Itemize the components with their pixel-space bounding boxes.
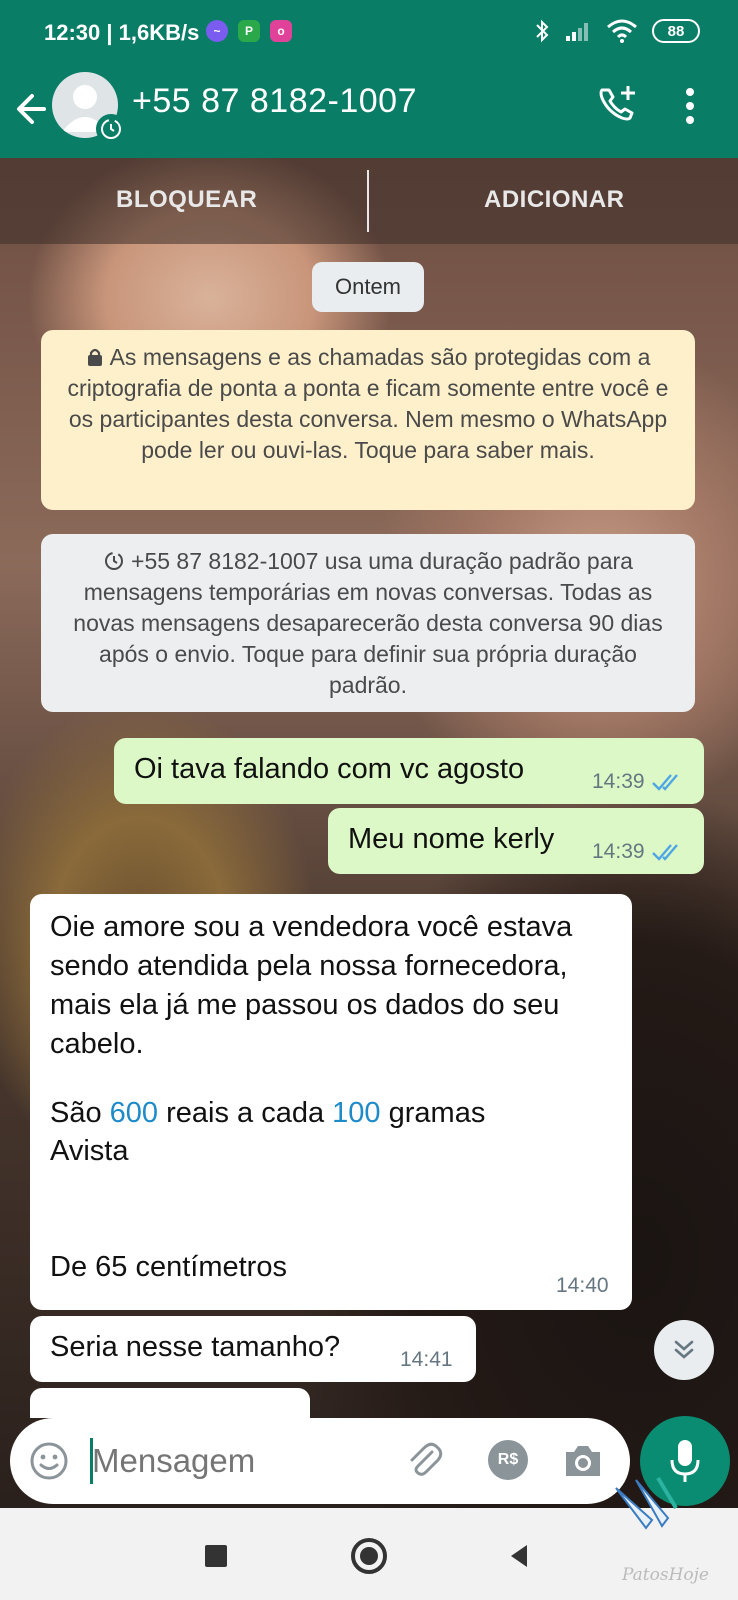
scroll-to-bottom-button[interactable] [654,1320,714,1380]
unknown-contact-actions: BLOQUEAR ADICIONAR [0,158,738,244]
timer-icon [105,552,124,570]
incoming-message-partial[interactable] [30,1388,310,1418]
incoming-message[interactable]: Seria nesse tamanho? 14:41 [30,1316,476,1382]
recent-apps-button[interactable] [205,1545,227,1567]
signal-icon [566,23,588,41]
home-button[interactable] [351,1538,387,1574]
message-meta: 14:39 [592,770,685,794]
system-icons: 88 [534,18,700,44]
message-composer: R$ [10,1418,630,1504]
status-bar: 12:30 | 1,6KB/s ~ P o 88 [0,0,738,64]
outgoing-message[interactable]: Oi tava falando com vc agosto 14:39 [114,738,704,804]
message-meta: 14:39 [592,840,685,864]
messenger-icon: ~ [206,20,228,42]
more-options-icon[interactable] [680,84,700,128]
back-arrow-icon[interactable] [12,84,52,134]
date-separator: Ontem [312,262,424,312]
lock-icon [87,348,102,366]
message-time: 14:39 [592,770,645,793]
read-receipt-icon [651,774,678,791]
disappearing-messages-notice[interactable]: +55 87 8182-1007 usa uma duração padrão … [41,534,695,712]
payment-button[interactable]: R$ [488,1440,528,1480]
encryption-notice[interactable]: As mensagens e as chamadas são protegida… [41,330,695,510]
message-time: 14:40 [556,1274,609,1297]
attachment-icon[interactable] [402,1438,446,1482]
message-text: Seria nesse tamanho? [50,1331,341,1363]
message-text: Oie amore sou a vendedora você estava se… [50,911,584,1060]
message-time: 14:41 [400,1348,453,1371]
wifi-icon [607,19,637,43]
status-time: 12:30 | 1,6KB/s [44,20,200,45]
battery-indicator: 88 [652,19,700,43]
app-notification-icon: P [238,20,260,42]
disappearing-timer-icon [96,114,126,144]
emoji-icon[interactable] [28,1440,70,1482]
grams-value-link[interactable]: 100 [332,1097,380,1129]
add-contact-button[interactable]: ADICIONAR [484,186,625,214]
message-text: Oi tava falando com vc agosto [134,753,525,785]
message-input[interactable] [92,1436,382,1486]
message-text: Meu nome kerly [348,823,555,855]
payment-line: Avista [50,1135,129,1167]
watermark-logo [615,1476,678,1530]
app-notification-icon-2: o [270,20,292,42]
contact-name[interactable]: +55 87 8182-1007 [132,82,417,121]
block-button[interactable]: BLOQUEAR [116,186,257,214]
camera-icon[interactable] [560,1438,606,1484]
system-back-icon[interactable] [505,1542,533,1570]
action-divider [367,170,369,232]
incoming-message[interactable]: Oie amore sou a vendedora você estava se… [30,894,632,1310]
bluetooth-icon [536,19,549,43]
length-line: De 65 centímetros [50,1251,287,1283]
notification-icons: ~ P o [206,20,292,42]
system-navigation-bar [0,1476,738,1600]
encryption-notice-text: As mensagens e as chamadas são protegida… [67,344,669,463]
read-receipt-icon [651,844,678,861]
watermark-text: PatosHoje [622,1565,709,1585]
chat-header: +55 87 8182-1007 [0,64,738,158]
price-line: São 600 reais a cada 100 gramas [50,1097,486,1129]
double-chevron-down-icon [674,1340,694,1359]
message-time: 14:39 [592,840,645,863]
disappearing-notice-text: +55 87 8182-1007 usa uma duração padrão … [73,548,663,698]
add-call-icon[interactable] [594,82,640,128]
price-value-link[interactable]: 600 [110,1097,158,1129]
outgoing-message[interactable]: Meu nome kerly 14:39 [328,808,704,874]
